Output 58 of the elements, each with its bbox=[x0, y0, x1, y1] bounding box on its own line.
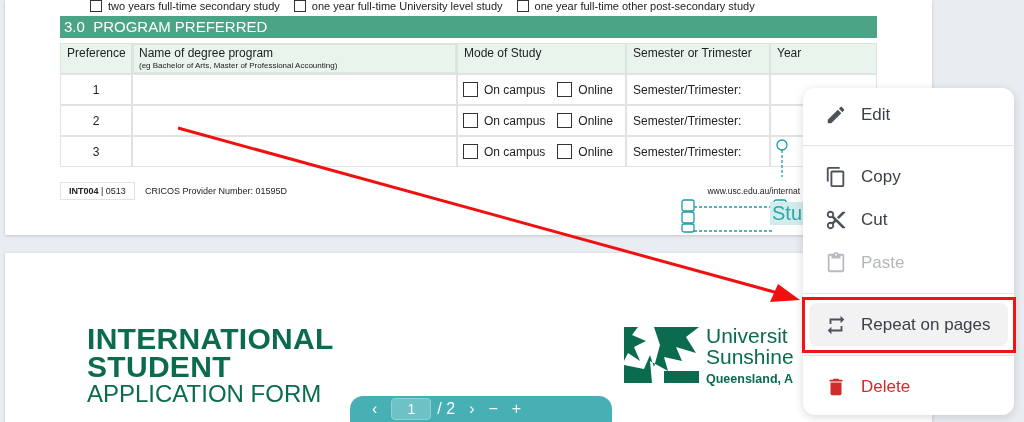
option-label: two years full-time secondary study bbox=[108, 0, 280, 12]
provider-number: CRICOS Provider Number: 01595D bbox=[144, 186, 287, 196]
checkbox[interactable] bbox=[557, 144, 573, 159]
table-cell[interactable] bbox=[132, 74, 457, 105]
next-page-button[interactable]: › bbox=[469, 399, 475, 419]
copy-icon bbox=[825, 165, 847, 188]
checkbox-label: Online bbox=[578, 82, 614, 97]
form-code: INT004 | 0513 bbox=[60, 182, 135, 200]
table-cell: Semester/Trimester: bbox=[626, 74, 770, 105]
checkbox[interactable] bbox=[557, 82, 573, 97]
table-cell: 2 bbox=[60, 105, 132, 136]
clipboard-icon bbox=[825, 251, 847, 274]
option-label: one year full-time other post-secondary study bbox=[534, 0, 755, 12]
table-cell: 1 bbox=[60, 74, 132, 105]
logo-text: Sunshine bbox=[706, 346, 794, 367]
header-cell: Year bbox=[770, 43, 877, 74]
table-cell[interactable] bbox=[132, 136, 457, 167]
checkbox[interactable] bbox=[557, 113, 573, 128]
star-logo-icon bbox=[624, 327, 702, 383]
website-url: www.usc.edu.au/internat bbox=[707, 186, 800, 196]
checkbox[interactable] bbox=[463, 113, 478, 128]
column-label: Name of degree program bbox=[139, 46, 275, 60]
header-cell: Mode of Study bbox=[457, 43, 626, 74]
menu-item[interactable]: Edit bbox=[809, 93, 1008, 136]
form-title: INTERNATIONAL bbox=[87, 325, 335, 353]
zoom-out-button[interactable]: − bbox=[488, 399, 498, 419]
table-cell: 3 bbox=[60, 136, 132, 167]
option-label: one year full-time University level study bbox=[311, 0, 503, 12]
checkbox[interactable] bbox=[516, 0, 529, 12]
checkbox-label: On campus bbox=[484, 82, 546, 97]
scissors-icon bbox=[825, 208, 847, 231]
page-number-field[interactable]: 1 bbox=[391, 398, 432, 420]
header-cell: Preference bbox=[60, 43, 132, 74]
header-cell: Semester or Trimester bbox=[626, 43, 770, 74]
column-note: (eg Bachelor of Arts, Master of Professional Accounting) bbox=[139, 61, 339, 70]
table-cell: Semester/Trimester: bbox=[626, 136, 770, 167]
menu-item[interactable]: Copy bbox=[809, 155, 1008, 198]
checkbox[interactable] bbox=[293, 0, 306, 12]
table-cell[interactable] bbox=[132, 105, 457, 136]
menu-item[interactable]: Delete bbox=[809, 365, 1008, 408]
menu-item[interactable]: Repeat on pages bbox=[809, 303, 1008, 346]
checkbox-label: Online bbox=[578, 113, 614, 128]
checkbox-label: On campus bbox=[484, 113, 546, 128]
zoom-in-button[interactable]: + bbox=[511, 399, 522, 419]
section-header: 3.0 PROGRAM PREFERRED bbox=[60, 16, 877, 38]
page-total: / 2 bbox=[437, 399, 456, 419]
checkbox-label: On campus bbox=[484, 144, 546, 159]
form-title: STUDENT bbox=[87, 353, 232, 381]
table-cell: Semester/Trimester: bbox=[626, 105, 770, 136]
previous-page-button[interactable]: ‹ bbox=[372, 399, 378, 419]
form-subtitle: APPLICATION FORM bbox=[87, 381, 323, 407]
checkbox-label: Online bbox=[578, 144, 614, 159]
logo-text: Queensland, A bbox=[706, 372, 794, 386]
rotation-handle-icon[interactable] bbox=[776, 139, 788, 177]
checkbox[interactable] bbox=[463, 144, 478, 159]
logo-text: Universit bbox=[706, 325, 789, 346]
checkbox[interactable] bbox=[463, 82, 478, 97]
checkbox[interactable] bbox=[90, 0, 102, 12]
